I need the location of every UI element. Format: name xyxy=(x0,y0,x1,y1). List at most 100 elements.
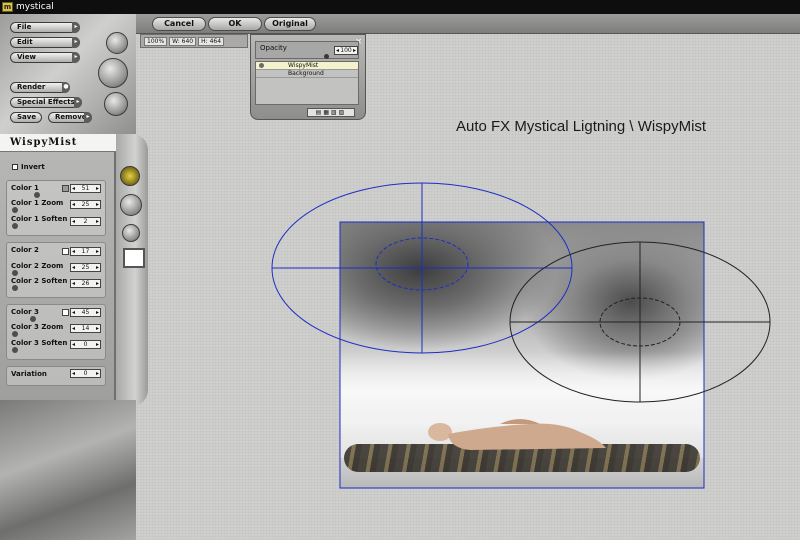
width-readout: W: 640 xyxy=(169,36,197,46)
color-1-value: 51 xyxy=(81,185,90,192)
color-2-zoom-slider[interactable] xyxy=(12,270,18,276)
increment-icon[interactable]: ▸ xyxy=(96,341,99,348)
invert-label: Invert xyxy=(21,163,45,171)
save-button[interactable]: Save xyxy=(10,112,42,123)
color-2-soften-value: 26 xyxy=(81,280,90,287)
color-3-soften-slider[interactable] xyxy=(12,347,18,353)
original-button[interactable]: Original xyxy=(264,17,316,31)
layer-visibility-icon[interactable] xyxy=(259,63,264,68)
decrement-icon[interactable]: ◂ xyxy=(336,47,339,54)
render-label: Render xyxy=(17,83,46,91)
layer-name: WispyMist xyxy=(288,62,319,69)
color-2-spin[interactable]: ◂ 17 ▸ xyxy=(70,247,101,256)
color-3-soften-value: 0 xyxy=(83,341,88,348)
color-1-swatch[interactable] xyxy=(62,185,69,192)
color-1-zoom-spin[interactable]: ◂ 25 ▸ xyxy=(70,200,101,209)
layer-tools[interactable]: ▤▦▧▨ xyxy=(307,108,355,117)
remove-button[interactable]: Remove ▸ xyxy=(48,112,92,123)
color-2-soften-spin[interactable]: ◂ 26 ▸ xyxy=(70,279,101,288)
swirl-tool-icon[interactable] xyxy=(122,224,140,242)
color-1-soften-label: Color 1 Soften xyxy=(11,215,68,223)
effect-preset-icon[interactable] xyxy=(120,166,140,186)
color-3-slider[interactable] xyxy=(30,316,36,322)
color-3-zoom-label: Color 3 Zoom xyxy=(11,323,64,331)
decrement-icon[interactable]: ◂ xyxy=(72,341,75,348)
save-label: Save xyxy=(17,113,37,121)
top-toolbar: Cancel OK Original xyxy=(136,14,800,34)
color-3-spin[interactable]: ◂ 45 ▸ xyxy=(70,308,101,317)
color-3-swatch[interactable] xyxy=(62,309,69,316)
increment-icon[interactable]: ▸ xyxy=(353,47,356,54)
color-2-zoom-spin[interactable]: ◂ 25 ▸ xyxy=(70,263,101,272)
opacity-control: Opacity ◂ 100 ▸ xyxy=(255,41,359,59)
color-3-soften-spin[interactable]: ◂ 0 ▸ xyxy=(70,340,101,349)
render-toggle-icon: ● xyxy=(62,82,70,93)
decrement-icon[interactable]: ◂ xyxy=(72,218,75,225)
file-menu-button[interactable]: File ▸ xyxy=(10,22,80,33)
chevron-right-icon: ▸ xyxy=(72,52,80,63)
variation-spin[interactable]: ◂ 0 ▸ xyxy=(70,369,101,378)
cancel-button[interactable]: Cancel xyxy=(152,17,206,31)
view-menu-label: View xyxy=(17,53,36,61)
edit-menu-button[interactable]: Edit ▸ xyxy=(10,37,80,48)
chevron-right-icon: ▸ xyxy=(72,22,80,33)
color-preview-swatch[interactable] xyxy=(123,248,145,268)
color-1-spin[interactable]: ◂ 51 ▸ xyxy=(70,184,101,193)
layer-row-background[interactable]: Background xyxy=(256,70,358,78)
opacity-value: 100 xyxy=(340,47,352,54)
invert-checkbox[interactable] xyxy=(12,164,18,170)
increment-icon[interactable]: ▸ xyxy=(96,309,99,316)
height-readout: H: 464 xyxy=(198,36,225,46)
increment-icon[interactable]: ▸ xyxy=(96,264,99,271)
color-1-soften-spin[interactable]: ◂ 2 ▸ xyxy=(70,217,101,226)
decrement-icon[interactable]: ◂ xyxy=(72,264,75,271)
move-tool-icon[interactable] xyxy=(120,194,142,216)
decrement-icon[interactable]: ◂ xyxy=(72,325,75,332)
increment-icon[interactable]: ▸ xyxy=(96,325,99,332)
increment-icon[interactable]: ▸ xyxy=(96,218,99,225)
increment-icon[interactable]: ▸ xyxy=(96,370,99,377)
remove-label: Remove xyxy=(55,113,87,121)
color-2-soften-slider[interactable] xyxy=(12,285,18,291)
decrement-icon[interactable]: ◂ xyxy=(72,185,75,192)
decrement-icon[interactable]: ◂ xyxy=(72,309,75,316)
increment-icon[interactable]: ▸ xyxy=(96,185,99,192)
color-1-zoom-slider[interactable] xyxy=(12,207,18,213)
decrement-icon[interactable]: ◂ xyxy=(72,201,75,208)
eye-tool-icon[interactable] xyxy=(106,32,128,54)
edit-menu-label: Edit xyxy=(17,38,33,46)
sidebar-brushed-metal xyxy=(0,400,136,540)
zoom-readout: 100% xyxy=(144,36,168,46)
color-3-zoom-slider[interactable] xyxy=(12,331,18,337)
color-3-soften-label: Color 3 Soften xyxy=(11,339,68,347)
color-1-zoom-label: Color 1 Zoom xyxy=(11,199,64,207)
color-2-zoom-label: Color 2 Zoom xyxy=(11,262,64,270)
opacity-slider[interactable] xyxy=(324,54,329,59)
decrement-icon[interactable]: ◂ xyxy=(72,280,75,287)
dial-tool-icon[interactable] xyxy=(98,58,128,88)
layers-panel: ✕ Opacity ◂ 100 ▸ WispyMist Background ▤… xyxy=(250,34,366,120)
sidebar-menu: File ▸ Edit ▸ View ▸ Render ● Special Ef… xyxy=(0,14,136,134)
color-2-swatch[interactable] xyxy=(62,248,69,255)
chevron-right-icon: ▸ xyxy=(72,37,80,48)
color-3-zoom-spin[interactable]: ◂ 14 ▸ xyxy=(70,324,101,333)
color-1-soften-slider[interactable] xyxy=(12,223,18,229)
view-menu-button[interactable]: View ▸ xyxy=(10,52,80,63)
increment-icon[interactable]: ▸ xyxy=(96,280,99,287)
color-3-value: 45 xyxy=(81,309,90,316)
decrement-icon[interactable]: ◂ xyxy=(72,248,75,255)
hand-tool-icon[interactable] xyxy=(104,92,128,116)
ok-button[interactable]: OK xyxy=(208,17,262,31)
special-effects-button[interactable]: Special Effects ▸ xyxy=(10,97,82,108)
color-1-slider[interactable] xyxy=(34,192,40,198)
increment-icon[interactable]: ▸ xyxy=(96,248,99,255)
layer-row-wispymist[interactable]: WispyMist xyxy=(256,62,358,70)
working-image[interactable] xyxy=(340,222,704,488)
increment-icon[interactable]: ▸ xyxy=(96,201,99,208)
effect-title: WispyMist xyxy=(0,134,116,152)
render-button[interactable]: Render ● xyxy=(10,82,70,93)
decrement-icon[interactable]: ◂ xyxy=(72,370,75,377)
color-1-soften-value: 2 xyxy=(83,218,88,225)
color-2-value: 17 xyxy=(81,248,90,255)
opacity-spin[interactable]: ◂ 100 ▸ xyxy=(334,46,358,55)
